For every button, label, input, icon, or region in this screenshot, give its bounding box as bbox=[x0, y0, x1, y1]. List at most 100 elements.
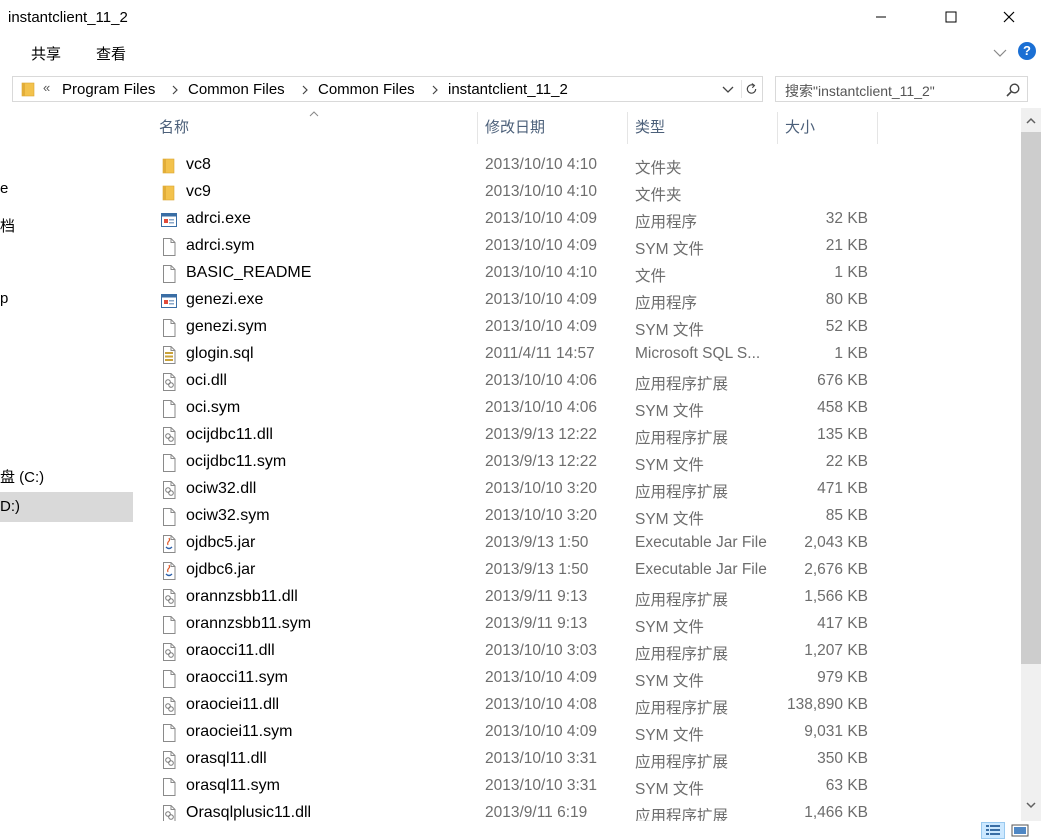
scroll-up-icon[interactable] bbox=[1025, 116, 1037, 125]
breadcrumb-overflow[interactable]: « bbox=[43, 80, 50, 95]
file-size: 21 KB bbox=[825, 237, 868, 254]
details-view-button[interactable] bbox=[981, 822, 1005, 839]
file-row[interactable]: oraociei11.dll 2013/10/10 4:08 应用程序扩展 138,8… bbox=[134, 692, 1021, 719]
file-date: 2013/10/10 3:20 bbox=[485, 480, 598, 497]
nav-item[interactable]: 档 bbox=[0, 212, 133, 242]
nav-item[interactable]: e bbox=[0, 174, 133, 204]
file-type: 应用程序扩展 bbox=[635, 754, 729, 771]
file-name: orasql11.sym bbox=[186, 777, 280, 794]
file-row[interactable]: ociw32.sym 2013/10/10 3:20 SYM 文件 85 KB bbox=[134, 503, 1021, 530]
chevron-right-icon[interactable] bbox=[171, 84, 179, 96]
file-type: SYM 文件 bbox=[635, 781, 704, 798]
tab-view[interactable]: 查看 bbox=[96, 43, 126, 64]
navigation-pane: e 档 p 盘 (C:) D:) bbox=[0, 108, 133, 839]
search-input[interactable]: 搜索"instantclient_11_2" bbox=[775, 76, 1028, 102]
breadcrumb-item[interactable]: Common Files bbox=[188, 81, 285, 98]
column-header-type[interactable]: 类型 bbox=[635, 108, 777, 146]
refresh-icon[interactable] bbox=[741, 80, 759, 98]
vertical-scrollbar[interactable] bbox=[1021, 108, 1041, 821]
column-divider[interactable] bbox=[627, 112, 628, 144]
file-row[interactable]: orasql11.dll 2013/10/10 3:31 应用程序扩展 350 KB bbox=[134, 746, 1021, 773]
file-row[interactable]: vc9 2013/10/10 4:10 文件夹 bbox=[134, 179, 1021, 206]
file-row[interactable]: orannzsbb11.dll 2013/9/11 9:13 应用程序扩展 1,566… bbox=[134, 584, 1021, 611]
chevron-right-icon[interactable] bbox=[431, 84, 439, 96]
nav-item-label: e bbox=[0, 180, 9, 197]
file-size: 979 KB bbox=[817, 669, 868, 686]
file-type: 应用程序扩展 bbox=[635, 700, 729, 717]
dll-icon bbox=[161, 481, 177, 499]
file-size: 676 KB bbox=[817, 372, 868, 389]
file-type: 文件夹 bbox=[635, 187, 682, 204]
column-header-label: 名称 bbox=[159, 119, 190, 136]
column-header-name[interactable]: 名称 bbox=[159, 108, 477, 146]
file-row[interactable]: ocijdbc11.sym 2013/9/13 12:22 SYM 文件 22 KB bbox=[134, 449, 1021, 476]
file-row[interactable]: adrci.sym 2013/10/10 4:09 SYM 文件 21 KB bbox=[134, 233, 1021, 260]
file-type: 应用程序扩展 bbox=[635, 646, 729, 663]
file-row[interactable]: orasql11.sym 2013/10/10 3:31 SYM 文件 63 KB bbox=[134, 773, 1021, 800]
folder-icon bbox=[161, 157, 177, 175]
ribbon-expand-icon[interactable] bbox=[992, 46, 1008, 60]
file-name: adrci.exe bbox=[186, 210, 251, 227]
file-date: 2013/9/13 12:22 bbox=[485, 453, 598, 470]
file-date: 2013/9/13 1:50 bbox=[485, 534, 589, 551]
column-header-size[interactable]: 大小 bbox=[785, 108, 877, 146]
file-row[interactable]: adrci.exe 2013/10/10 4:09 应用程序 32 KB bbox=[134, 206, 1021, 233]
breadcrumb-item[interactable]: Common Files bbox=[318, 81, 415, 98]
file-row[interactable]: oci.sym 2013/10/10 4:06 SYM 文件 458 KB bbox=[134, 395, 1021, 422]
file-row[interactable]: Orasqlplusic11.dll 2013/9/11 6:19 应用程序扩展 1,… bbox=[134, 800, 1021, 821]
file-name: Orasqlplusic11.dll bbox=[186, 804, 312, 821]
file-type: SYM 文件 bbox=[635, 403, 704, 420]
sql-file-icon bbox=[161, 346, 177, 364]
file-date: 2013/10/10 4:08 bbox=[485, 696, 598, 713]
file-row[interactable]: orannzsbb11.sym 2013/9/11 9:13 SYM 文件 417 K… bbox=[134, 611, 1021, 638]
help-icon[interactable]: ? bbox=[1018, 42, 1036, 60]
file-row[interactable]: ojdbc6.jar 2013/9/13 1:50 Executable Jar F… bbox=[134, 557, 1021, 584]
nav-item[interactable]: p bbox=[0, 284, 133, 314]
file-row[interactable]: glogin.sql 2011/4/11 14:57 Microsoft SQL S… bbox=[134, 341, 1021, 368]
file-size: 80 KB bbox=[825, 291, 868, 308]
file-row[interactable]: ojdbc5.jar 2013/9/13 1:50 Executable Jar F… bbox=[134, 530, 1021, 557]
file-date: 2013/9/13 12:22 bbox=[485, 426, 598, 443]
tab-share[interactable]: 共享 bbox=[31, 43, 61, 64]
file-type: 应用程序 bbox=[635, 295, 698, 312]
file-row[interactable]: genezi.exe 2013/10/10 4:09 应用程序 80 KB bbox=[134, 287, 1021, 314]
dll-icon bbox=[161, 589, 177, 607]
close-button[interactable] bbox=[986, 0, 1032, 34]
file-row[interactable]: oraocci11.sym 2013/10/10 4:09 SYM 文件 979 KB bbox=[134, 665, 1021, 692]
jar-icon bbox=[161, 562, 177, 580]
file-type: Executable Jar File bbox=[635, 561, 767, 578]
search-icon[interactable] bbox=[1005, 82, 1021, 98]
large-icons-view-button[interactable] bbox=[1008, 822, 1032, 839]
file-row[interactable]: oraociei11.sym 2013/10/10 4:09 SYM 文件 9,031… bbox=[134, 719, 1021, 746]
dll-icon bbox=[161, 427, 177, 445]
file-row[interactable]: ocijdbc11.dll 2013/9/13 12:22 应用程序扩展 135 KB bbox=[134, 422, 1021, 449]
scroll-down-icon[interactable] bbox=[1025, 801, 1037, 810]
file-row[interactable]: ociw32.dll 2013/10/10 3:20 应用程序扩展 471 KB bbox=[134, 476, 1021, 503]
maximize-button[interactable] bbox=[928, 0, 974, 34]
file-row[interactable]: oraocci11.dll 2013/10/10 3:03 应用程序扩展 1,207 … bbox=[134, 638, 1021, 665]
minimize-button[interactable] bbox=[858, 0, 904, 34]
file-size: 2,043 KB bbox=[804, 534, 868, 551]
scrollbar-thumb[interactable] bbox=[1021, 132, 1041, 664]
chevron-down-icon[interactable] bbox=[721, 82, 735, 96]
breadcrumb-item[interactable]: Program Files bbox=[62, 81, 155, 98]
nav-item-drive-c[interactable]: 盘 (C:) bbox=[0, 463, 133, 493]
file-name: oraocci11.sym bbox=[186, 669, 288, 686]
address-bar[interactable]: « Program Files Common Files Common File… bbox=[12, 76, 763, 102]
column-header-date[interactable]: 修改日期 bbox=[485, 108, 627, 146]
column-divider[interactable] bbox=[477, 112, 478, 144]
breadcrumb-current[interactable]: instantclient_11_2 bbox=[448, 81, 568, 98]
file-name: vc8 bbox=[186, 156, 211, 173]
title-bar: instantclient_11_2 bbox=[0, 0, 1041, 36]
file-row[interactable]: genezi.sym 2013/10/10 4:09 SYM 文件 52 KB bbox=[134, 314, 1021, 341]
file-date: 2013/9/13 1:50 bbox=[485, 561, 589, 578]
file-icon bbox=[161, 400, 177, 418]
file-row[interactable]: BASIC_README 2013/10/10 4:10 文件 1 KB bbox=[134, 260, 1021, 287]
column-divider[interactable] bbox=[877, 112, 878, 144]
column-divider[interactable] bbox=[777, 112, 778, 144]
file-row[interactable]: oci.dll 2013/10/10 4:06 应用程序扩展 676 KB bbox=[134, 368, 1021, 395]
file-row[interactable]: vc8 2013/10/10 4:10 文件夹 bbox=[134, 152, 1021, 179]
nav-item-drive-d[interactable]: D:) bbox=[0, 492, 133, 522]
file-name: oci.dll bbox=[186, 372, 227, 389]
chevron-right-icon[interactable] bbox=[301, 84, 309, 96]
